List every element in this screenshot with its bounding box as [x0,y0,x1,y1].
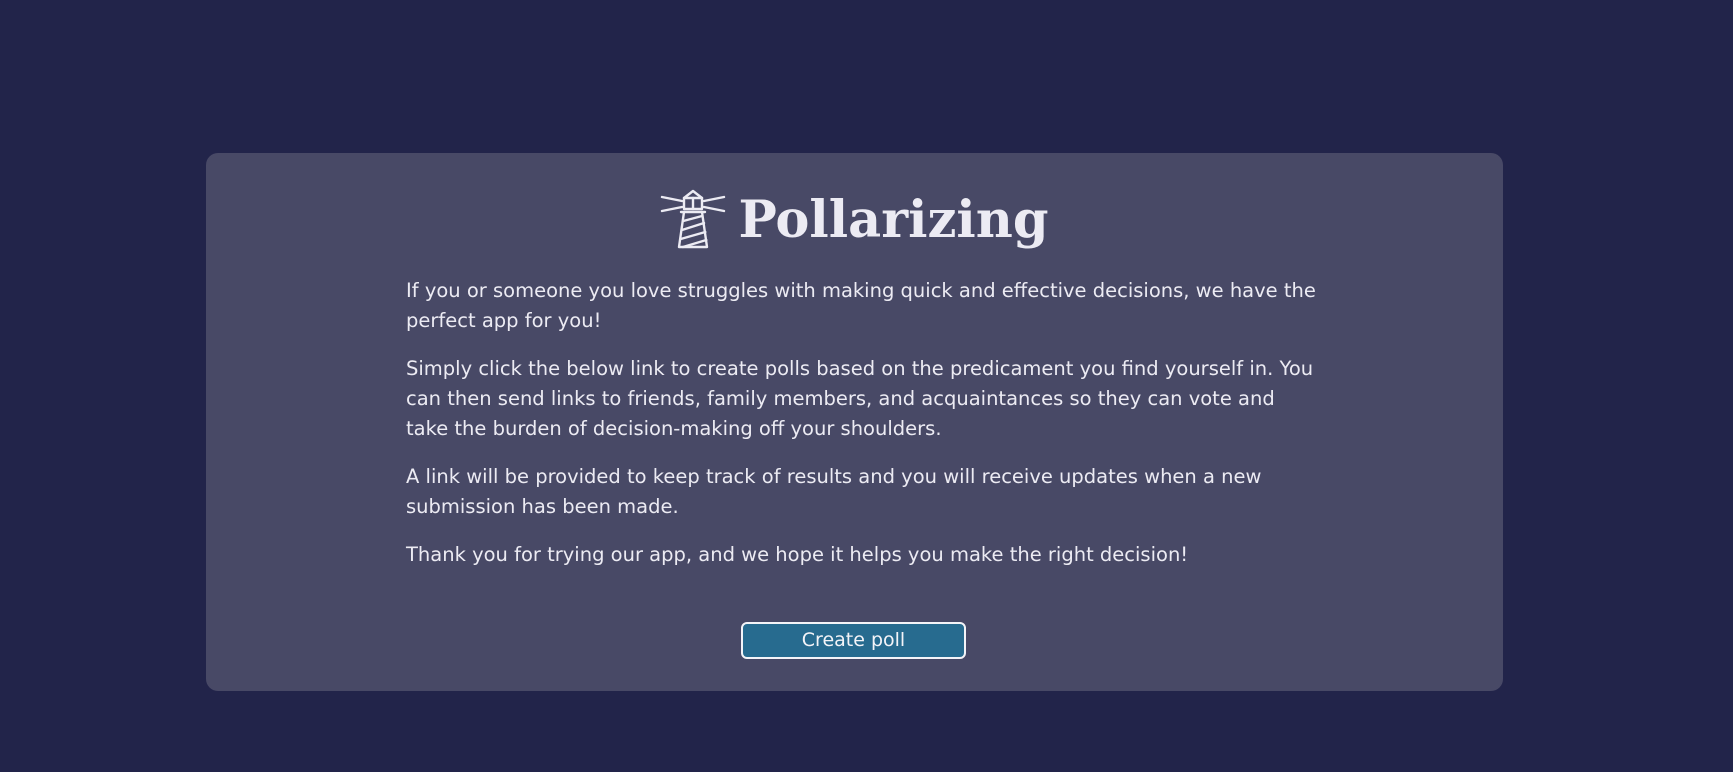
intro-paragraph: Simply click the below link to create po… [406,357,1314,440]
intro-text: If you or someone you love struggles wit… [406,276,1316,588]
create-poll-button[interactable]: Create poll [741,622,966,659]
intro-card: Pollarizing If you or someone you love s… [206,153,1503,691]
lighthouse-icon [661,189,726,249]
brand-header: Pollarizing [206,183,1503,255]
intro-paragraph: Thank you for trying our app, and we hop… [406,543,1189,566]
app-title: Pollarizing [738,189,1049,250]
intro-paragraph: If you or someone you love struggles wit… [406,279,1316,332]
intro-paragraph: A link will be provided to keep track of… [406,465,1262,518]
page: { "app": { "title": "Pollarizing", "logo… [0,0,1733,772]
